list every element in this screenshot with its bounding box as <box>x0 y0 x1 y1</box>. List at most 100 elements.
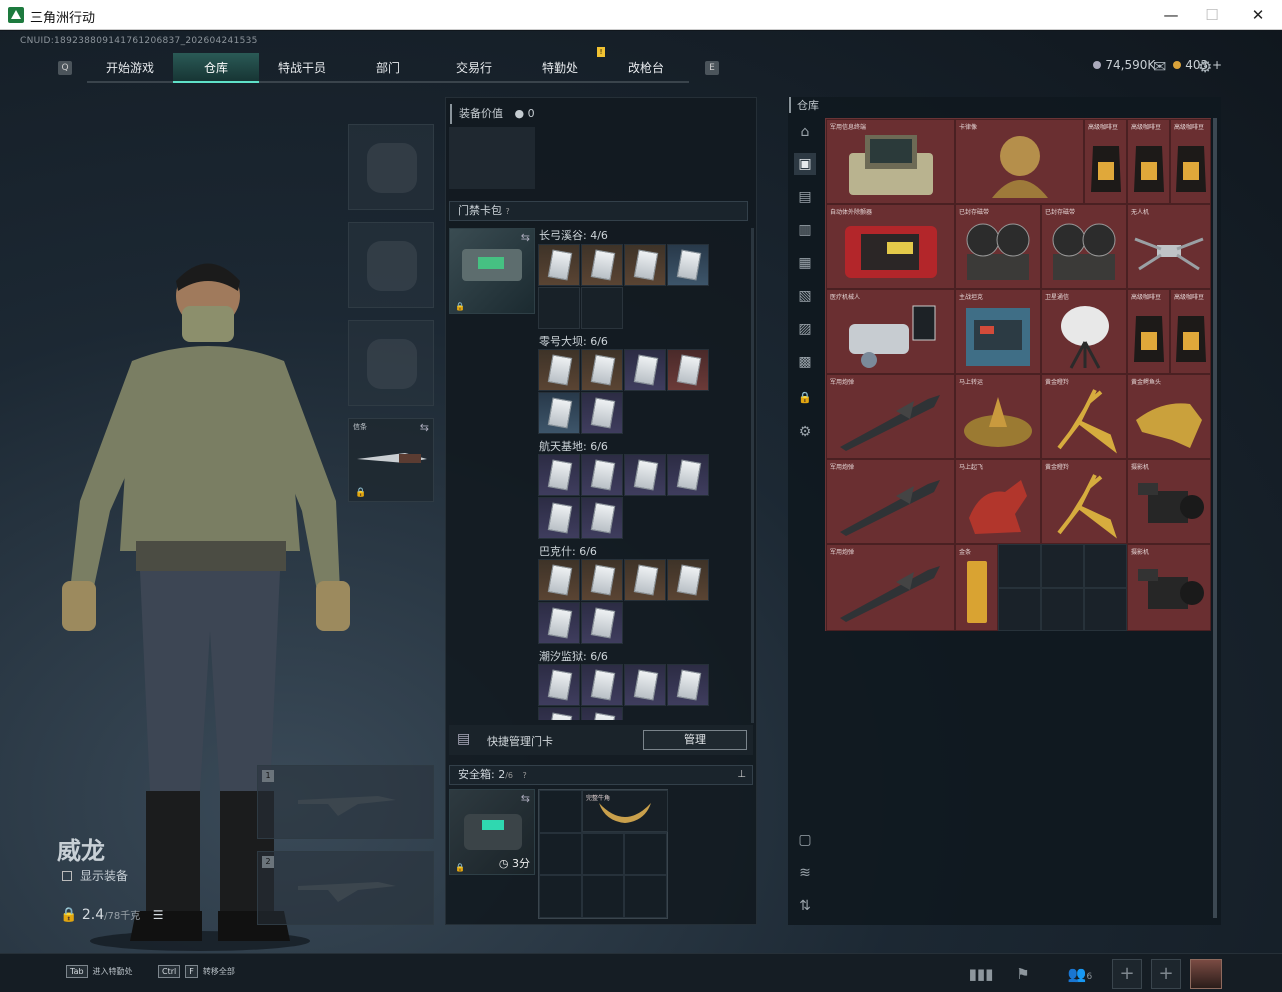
keycard[interactable] <box>538 349 580 391</box>
safe-cell[interactable] <box>624 875 667 918</box>
safe-cell[interactable] <box>581 875 625 918</box>
pistol-slot[interactable] <box>348 320 434 406</box>
keycard[interactable] <box>538 559 580 601</box>
player-avatar[interactable] <box>1190 959 1222 989</box>
close-button[interactable]: ✕ <box>1244 4 1272 26</box>
category-items-icon[interactable]: ▣ <box>794 153 816 175</box>
keycard[interactable] <box>581 244 623 286</box>
warehouse-item[interactable]: 金条 <box>955 544 998 631</box>
keycard[interactable] <box>581 707 623 720</box>
swap-icon[interactable]: ⇆ <box>420 421 429 434</box>
mail-icon[interactable]: ✉ <box>1153 57 1166 76</box>
category-medical-icon[interactable]: ▨ <box>794 318 816 340</box>
keycard[interactable] <box>624 664 666 706</box>
keycard-empty-slot[interactable] <box>538 287 580 329</box>
tab-special-ops[interactable]: 特勤处! <box>517 47 605 83</box>
nav-next-key-icon[interactable]: E <box>705 61 719 75</box>
keycard[interactable] <box>624 244 666 286</box>
keycard[interactable] <box>538 497 580 539</box>
keycard[interactable] <box>667 454 709 496</box>
tab-gunsmith[interactable]: 改枪台 <box>603 53 689 83</box>
warehouse-item[interactable]: 军用炮弹 <box>826 544 955 631</box>
keycard[interactable] <box>624 559 666 601</box>
warehouse-item[interactable]: 马上起飞 <box>955 459 1041 544</box>
expand-warehouse-icon[interactable]: ▢ <box>794 829 816 851</box>
flag-icon[interactable]: ⚑ <box>1010 961 1036 987</box>
tab-department[interactable]: 部门 <box>345 53 431 83</box>
category-armor-icon[interactable]: ▦ <box>794 252 816 274</box>
keycard-scrollbar[interactable] <box>751 228 754 723</box>
keycard-bag-item[interactable]: ⇆ 🔒 <box>449 228 535 314</box>
team-slot-add-button[interactable]: + <box>1112 959 1142 989</box>
keycard[interactable] <box>538 707 580 720</box>
tab-trading[interactable]: 交易行 <box>431 53 517 83</box>
warehouse-item[interactable]: 摄影机 <box>1127 459 1211 544</box>
safe-item-horn[interactable]: 完整牛角 <box>582 790 668 832</box>
maximize-button[interactable]: ☐ <box>1198 4 1226 26</box>
warehouse-item[interactable]: 黄金瞪羚 <box>1041 459 1127 544</box>
warehouse-item[interactable]: 卡律像 <box>955 119 1084 204</box>
category-all-icon[interactable]: ⌂ <box>794 121 816 143</box>
warehouse-item[interactable]: 黄金鳄鱼头 <box>1127 374 1211 459</box>
keycard[interactable] <box>667 664 709 706</box>
keycard[interactable] <box>581 497 623 539</box>
knife-slot[interactable]: 信条 ⇆ 🔒 <box>348 418 434 502</box>
backpack-slot[interactable] <box>449 127 535 189</box>
keycard[interactable] <box>624 454 666 496</box>
keycard[interactable] <box>581 454 623 496</box>
keycard[interactable] <box>581 392 623 434</box>
keycard[interactable] <box>624 349 666 391</box>
warehouse-item[interactable]: 高级咖啡豆 <box>1127 289 1170 374</box>
keycard[interactable] <box>667 559 709 601</box>
nav-prev-key-icon[interactable]: Q <box>58 61 72 75</box>
category-keys-icon[interactable]: ▩ <box>794 351 816 373</box>
swap-icon[interactable]: ⇆ <box>521 792 530 805</box>
manage-button[interactable]: 管理 <box>643 730 747 750</box>
warehouse-item[interactable]: 高级咖啡豆 <box>1084 119 1127 204</box>
show-equipment-toggle[interactable]: 显示装备 <box>62 867 128 884</box>
settings-gear-icon[interactable]: ⚙ <box>1198 57 1212 76</box>
hint-transfer-all[interactable]: Ctrl F 转移全部 <box>158 965 235 978</box>
warehouse-empty-area[interactable] <box>998 544 1127 631</box>
help-icon[interactable]: ? <box>523 771 527 780</box>
keycard[interactable] <box>667 349 709 391</box>
keycard-empty-slot[interactable] <box>581 287 623 329</box>
warehouse-item[interactable]: 卫星通信 <box>1041 289 1127 374</box>
warehouse-scrollbar[interactable] <box>1213 118 1217 918</box>
friends-icon[interactable]: 👥6 <box>1060 961 1100 987</box>
help-icon[interactable]: ? <box>506 207 510 216</box>
keycard[interactable] <box>581 559 623 601</box>
warehouse-item[interactable]: 高级咖啡豆 <box>1170 119 1211 204</box>
warehouse-item[interactable]: 自动体外除颤器 <box>826 204 955 289</box>
keycard[interactable] <box>667 244 709 286</box>
coin-balance[interactable]: 74,590K <box>1093 58 1155 72</box>
warehouse-item[interactable]: 马上转运 <box>955 374 1041 459</box>
warehouse-item[interactable]: 医疗机械人 <box>826 289 955 374</box>
warehouse-item[interactable]: 黄金瞪羚 <box>1041 374 1127 459</box>
team-slot-add-button[interactable]: + <box>1151 959 1181 989</box>
minimize-button[interactable]: — <box>1157 4 1185 26</box>
swap-icon[interactable]: ⇆ <box>521 231 530 244</box>
warehouse-settings-icon[interactable]: ⚙ <box>794 421 816 443</box>
warehouse-item[interactable]: 摄影机 <box>1127 544 1211 631</box>
safe-cell[interactable] <box>539 790 582 833</box>
safe-cell[interactable] <box>581 832 625 876</box>
sort-icon[interactable]: ⇅ <box>794 895 816 917</box>
category-ammo-icon[interactable]: ▥ <box>794 219 816 241</box>
keycard[interactable] <box>538 244 580 286</box>
weapon-slot-1[interactable]: 1 <box>257 765 434 839</box>
keycard[interactable] <box>538 664 580 706</box>
armor-slot[interactable] <box>348 222 434 308</box>
category-weapons-icon[interactable]: ▤ <box>794 186 816 208</box>
warehouse-item[interactable]: 军用炮弹 <box>826 374 955 459</box>
helmet-slot[interactable] <box>348 124 434 210</box>
warehouse-item[interactable]: 已封存磁带 <box>955 204 1041 289</box>
keycard[interactable] <box>538 602 580 644</box>
warehouse-item[interactable]: 高级咖啡豆 <box>1170 289 1211 374</box>
warehouse-item[interactable]: 军用炮弹 <box>826 459 955 544</box>
category-bags-icon[interactable]: ▧ <box>794 285 816 307</box>
tab-operators[interactable]: 特战干员 <box>259 53 345 83</box>
checkbox-icon[interactable] <box>62 871 72 881</box>
category-locked-icon[interactable]: 🔒 <box>794 387 816 409</box>
keycard[interactable] <box>581 349 623 391</box>
